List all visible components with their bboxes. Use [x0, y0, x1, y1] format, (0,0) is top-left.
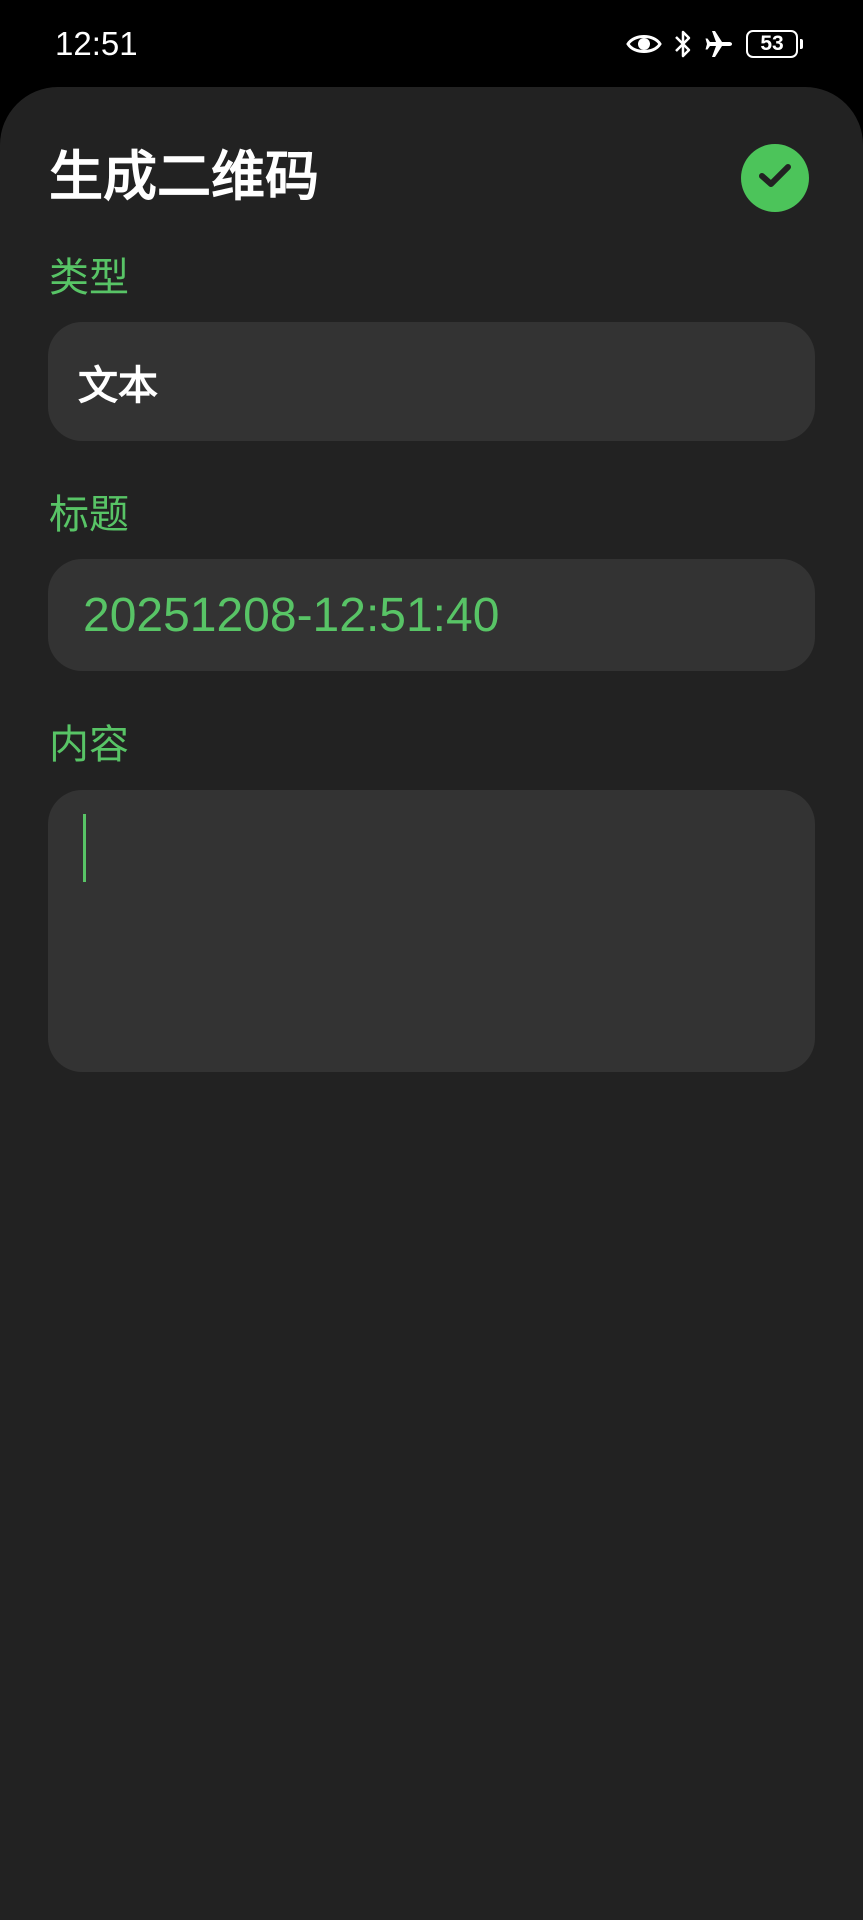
confirm-button[interactable] [741, 144, 809, 212]
content-input[interactable] [48, 790, 815, 1072]
generate-qr-sheet: 生成二维码 类型 文本 标题 20251208-12:51:40 内容 [0, 87, 863, 1920]
text-cursor [83, 814, 86, 882]
type-value: 文本 [78, 362, 158, 409]
battery-indicator: 53 [746, 30, 803, 58]
checkmark-icon [758, 163, 792, 193]
bluetooth-icon [674, 29, 692, 59]
title-value: 20251208-12:51:40 [83, 588, 500, 642]
type-label: 类型 [49, 255, 129, 301]
eye-icon [626, 31, 662, 57]
status-time: 12:51 [55, 25, 138, 62]
battery-level: 53 [746, 30, 798, 58]
battery-tip [800, 39, 803, 49]
content-label: 内容 [49, 722, 129, 768]
page-title: 生成二维码 [49, 145, 319, 208]
title-input[interactable]: 20251208-12:51:40 [48, 559, 815, 671]
title-label: 标题 [49, 492, 129, 538]
airplane-mode-icon [704, 29, 734, 59]
status-icons: 53 [626, 27, 803, 61]
status-bar: 12:51 53 [0, 0, 863, 88]
type-select[interactable]: 文本 [48, 322, 815, 441]
